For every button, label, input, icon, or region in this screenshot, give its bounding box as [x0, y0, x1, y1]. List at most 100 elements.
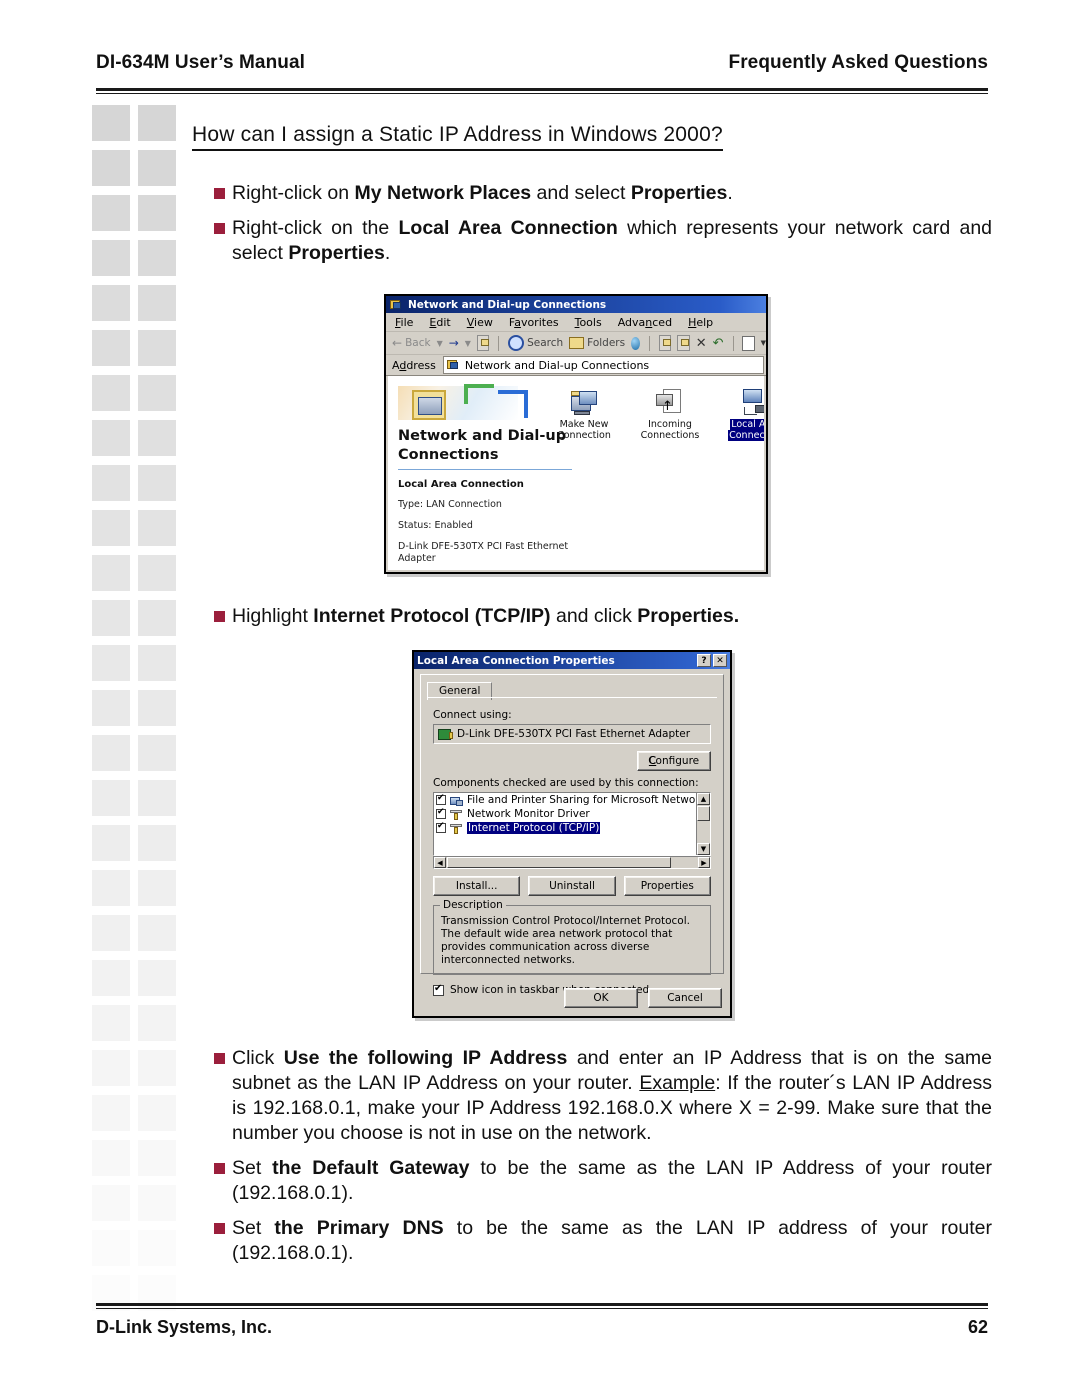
- description-group: Description Transmission Control Protoco…: [433, 899, 711, 975]
- driver-icon: [450, 823, 463, 834]
- bullet-square-icon: [214, 1223, 225, 1234]
- network-connections-window[interactable]: Network and Dial-up Connections File Edi…: [384, 294, 768, 574]
- forward-button[interactable]: →: [449, 336, 459, 350]
- checkbox[interactable]: [436, 793, 446, 805]
- item-label-line2: Connection: [728, 430, 764, 441]
- incoming-connections-icon: ↑: [634, 381, 706, 417]
- adapter-field: D-Link DFE-530TX PCI Fast Ethernet Adapt…: [433, 724, 711, 744]
- forward-dropdown-icon[interactable]: ▼: [465, 339, 471, 348]
- item-label-line2: Connections: [640, 430, 700, 441]
- detail-type: Type: LAN Connection: [398, 499, 502, 510]
- scroll-left-icon[interactable]: ◀: [434, 857, 446, 868]
- decorative-square: [138, 1140, 176, 1176]
- menu-file[interactable]: File: [395, 316, 413, 329]
- icon-local-area-connection[interactable]: Local Area Connection: [720, 381, 764, 441]
- bullet3-mid: and click: [550, 605, 638, 627]
- bullet1-bold1: My Network Places: [354, 182, 532, 204]
- bullet2-post: .: [384, 242, 391, 264]
- decorative-square: [92, 1140, 130, 1176]
- menu-view[interactable]: View: [467, 316, 493, 329]
- bullet4-bold1: Use the following IP Address: [283, 1047, 568, 1069]
- make-new-connection-icon: [548, 381, 620, 417]
- address-value: Network and Dial-up Connections: [464, 358, 650, 372]
- icon-incoming-connections[interactable]: ↑ Incoming Connections: [634, 381, 706, 441]
- bullet1-mid: and select: [531, 182, 631, 204]
- ok-button[interactable]: OK: [564, 988, 638, 1008]
- icon-make-new-connection[interactable]: Make New Connection: [548, 381, 620, 441]
- back-button[interactable]: ← Back: [392, 336, 431, 350]
- description-text: Transmission Control Protocol/Internet P…: [441, 915, 690, 966]
- back-dropdown-icon[interactable]: ▼: [437, 339, 443, 348]
- menu-advanced[interactable]: Advanced: [618, 316, 672, 329]
- cancel-button[interactable]: Cancel: [648, 988, 722, 1008]
- checkbox[interactable]: [436, 821, 446, 833]
- decorative-square: [138, 870, 176, 906]
- decorative-square: [138, 600, 176, 636]
- window1-toolbar[interactable]: ← Back ▼ → ▼ Search Folders ✕ ↶ ▼: [386, 332, 766, 355]
- network-banner-icon: [412, 390, 446, 420]
- delete-icon[interactable]: ✕: [696, 336, 707, 351]
- menu-favorites[interactable]: Favorites: [509, 316, 559, 329]
- decorative-square: [138, 960, 176, 996]
- decorative-square: [92, 510, 130, 546]
- content-column: How can I assign a Static IP Address in …: [192, 105, 992, 276]
- bullet-square-icon: [214, 1053, 225, 1064]
- instruction-list-top: Right-click on My Network Places and sel…: [192, 181, 992, 266]
- scroll-right-icon[interactable]: ▶: [698, 857, 710, 868]
- bullet2-bold1: Local Area Connection: [398, 217, 618, 239]
- lan-properties-dialog[interactable]: Local Area Connection Properties ? ✕ Gen…: [412, 650, 732, 1018]
- move-to-icon[interactable]: [658, 335, 672, 351]
- properties-button[interactable]: Properties: [623, 876, 711, 896]
- item-label-line1: Make New: [559, 419, 609, 430]
- checkbox[interactable]: [436, 807, 446, 819]
- bullet6-bold1: the Primary DNS: [274, 1217, 444, 1239]
- decorative-square: [138, 1230, 176, 1266]
- list-item[interactable]: File and Printer Sharing for Microsoft N…: [434, 793, 710, 807]
- decorative-square: [92, 240, 130, 276]
- decorative-square: [138, 645, 176, 681]
- decorative-square: [138, 555, 176, 591]
- folders-button[interactable]: Folders: [569, 337, 625, 349]
- views-icon[interactable]: [742, 335, 755, 351]
- window1-menu-bar[interactable]: File Edit View Favorites Tools Advanced …: [386, 313, 766, 332]
- window1-title-bar[interactable]: Network and Dial-up Connections: [386, 296, 766, 313]
- help-button[interactable]: ?: [697, 654, 711, 667]
- menu-help[interactable]: Help: [688, 316, 713, 329]
- banner-divider: [398, 469, 572, 470]
- up-folder-icon[interactable]: [476, 335, 490, 351]
- window2-title-bar[interactable]: Local Area Connection Properties ? ✕: [414, 652, 730, 669]
- vertical-scrollbar[interactable]: ▲ ▼: [696, 793, 710, 855]
- uninstall-button[interactable]: Uninstall: [528, 876, 616, 896]
- component-label: Network Monitor Driver: [467, 808, 590, 820]
- decorative-square: [138, 105, 176, 141]
- configure-button[interactable]: CConfigure: [637, 751, 711, 771]
- general-tab-pane: Connect using: D-Link DFE-530TX PCI Fast…: [433, 705, 711, 996]
- footer-rule-thick: [96, 1303, 988, 1306]
- address-input[interactable]: Network and Dial-up Connections: [442, 356, 764, 374]
- search-button[interactable]: Search: [508, 335, 563, 351]
- menu-tools[interactable]: Tools: [575, 316, 602, 329]
- undo-icon[interactable]: ↶: [713, 336, 724, 351]
- horizontal-scrollbar[interactable]: ◀ ▶: [433, 856, 711, 869]
- copy-to-icon[interactable]: [677, 335, 690, 351]
- components-listbox[interactable]: File and Printer Sharing for Microsoft N…: [433, 792, 711, 856]
- scroll-down-icon[interactable]: ▼: [697, 843, 710, 855]
- close-icon[interactable]: ✕: [713, 654, 727, 667]
- install-button[interactable]: Install...: [433, 876, 521, 896]
- list-item-selected[interactable]: Internet Protocol (TCP/IP): [434, 821, 710, 835]
- decorative-square: [138, 915, 176, 951]
- scroll-thumb-horizontal[interactable]: [447, 857, 671, 868]
- decorative-square: [138, 1050, 176, 1086]
- decorative-square: [92, 735, 130, 771]
- window1-address-bar[interactable]: Address Network and Dial-up Connections: [386, 355, 766, 376]
- list-item[interactable]: Network Monitor Driver: [434, 807, 710, 821]
- menu-edit[interactable]: Edit: [429, 316, 450, 329]
- scroll-up-icon[interactable]: ▲: [697, 793, 710, 805]
- bullet2-bold2: Properties: [288, 242, 385, 264]
- scroll-thumb[interactable]: [697, 806, 710, 821]
- header-rule-thin: [96, 93, 988, 94]
- history-icon[interactable]: [631, 336, 641, 350]
- checkbox[interactable]: [433, 983, 444, 996]
- list-item: Right-click on the Local Area Connection…: [192, 216, 992, 266]
- decorative-square: [92, 420, 130, 456]
